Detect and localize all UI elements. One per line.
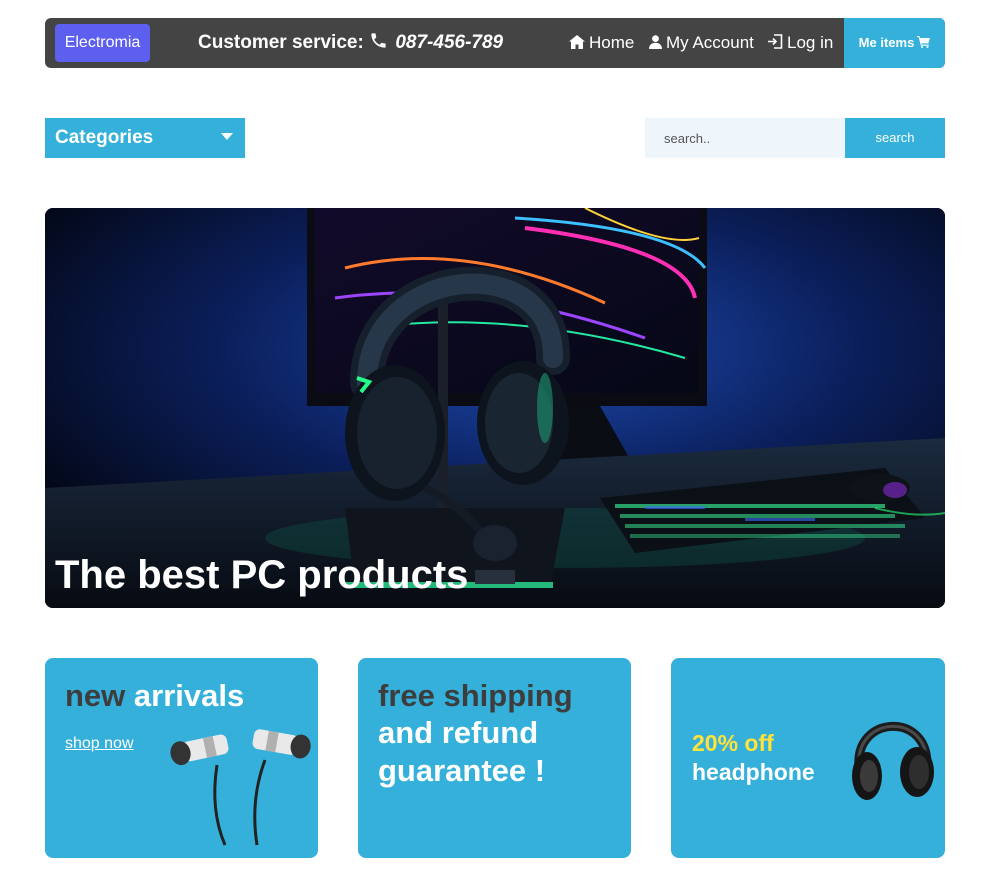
promo-card-new-arrivals[interactable]: new arrivals shop now xyxy=(45,658,318,858)
search-input[interactable] xyxy=(645,118,845,158)
discount-product: headphone xyxy=(692,759,815,785)
customer-service-label: Customer service: xyxy=(198,32,364,53)
page: Electromia Customer service: 087-456-789… xyxy=(0,0,982,892)
free-shipping-line2: and refund xyxy=(378,715,539,750)
phone-icon xyxy=(369,20,388,68)
hero-image xyxy=(45,208,945,608)
top-nav-bar: Electromia Customer service: 087-456-789… xyxy=(45,18,945,68)
headphone-image xyxy=(852,721,934,800)
shop-now-link[interactable]: shop now xyxy=(65,735,134,753)
new-arrivals-title-light: arrivals xyxy=(133,678,245,713)
site-logo[interactable]: Electromia xyxy=(55,24,150,62)
nav-account-link[interactable]: My Account xyxy=(649,18,754,68)
hero-banner: The best PC products xyxy=(45,208,945,608)
customer-service-phone: 087-456-789 xyxy=(395,32,504,53)
free-shipping-line1: free shipping xyxy=(378,678,573,713)
nav-home-link[interactable]: Home xyxy=(569,18,634,68)
nav-login-link[interactable]: Log in xyxy=(767,18,833,68)
cart-button[interactable]: Me items xyxy=(844,18,945,68)
user-icon xyxy=(649,19,662,68)
caret-down-icon xyxy=(221,133,233,140)
cart-button-label: Me items xyxy=(858,35,915,50)
promo-card-headphone-discount[interactable]: 20% off headphone xyxy=(671,658,945,858)
nav-login-label: Log in xyxy=(787,33,834,52)
categories-dropdown[interactable]: Categories xyxy=(45,118,245,158)
home-icon xyxy=(569,19,585,68)
categories-label: Categories xyxy=(55,127,154,148)
new-arrivals-title: new arrivals xyxy=(65,678,244,714)
customer-service: Customer service: 087-456-789 xyxy=(198,18,503,68)
nav-account-label: My Account xyxy=(666,33,754,52)
hero-title: The best PC products xyxy=(55,553,469,597)
login-icon xyxy=(767,19,783,68)
search-button[interactable]: search xyxy=(845,118,945,158)
new-arrivals-title-dark: new xyxy=(65,678,126,713)
promo-card-free-shipping[interactable]: free shipping and refund guarantee ! xyxy=(358,658,631,858)
cart-icon xyxy=(917,19,931,68)
nav-home-label: Home xyxy=(589,33,635,52)
discount-text: 20% off xyxy=(692,730,774,756)
free-shipping-line3: guarantee ! xyxy=(378,753,546,788)
earphones-image xyxy=(170,729,311,846)
